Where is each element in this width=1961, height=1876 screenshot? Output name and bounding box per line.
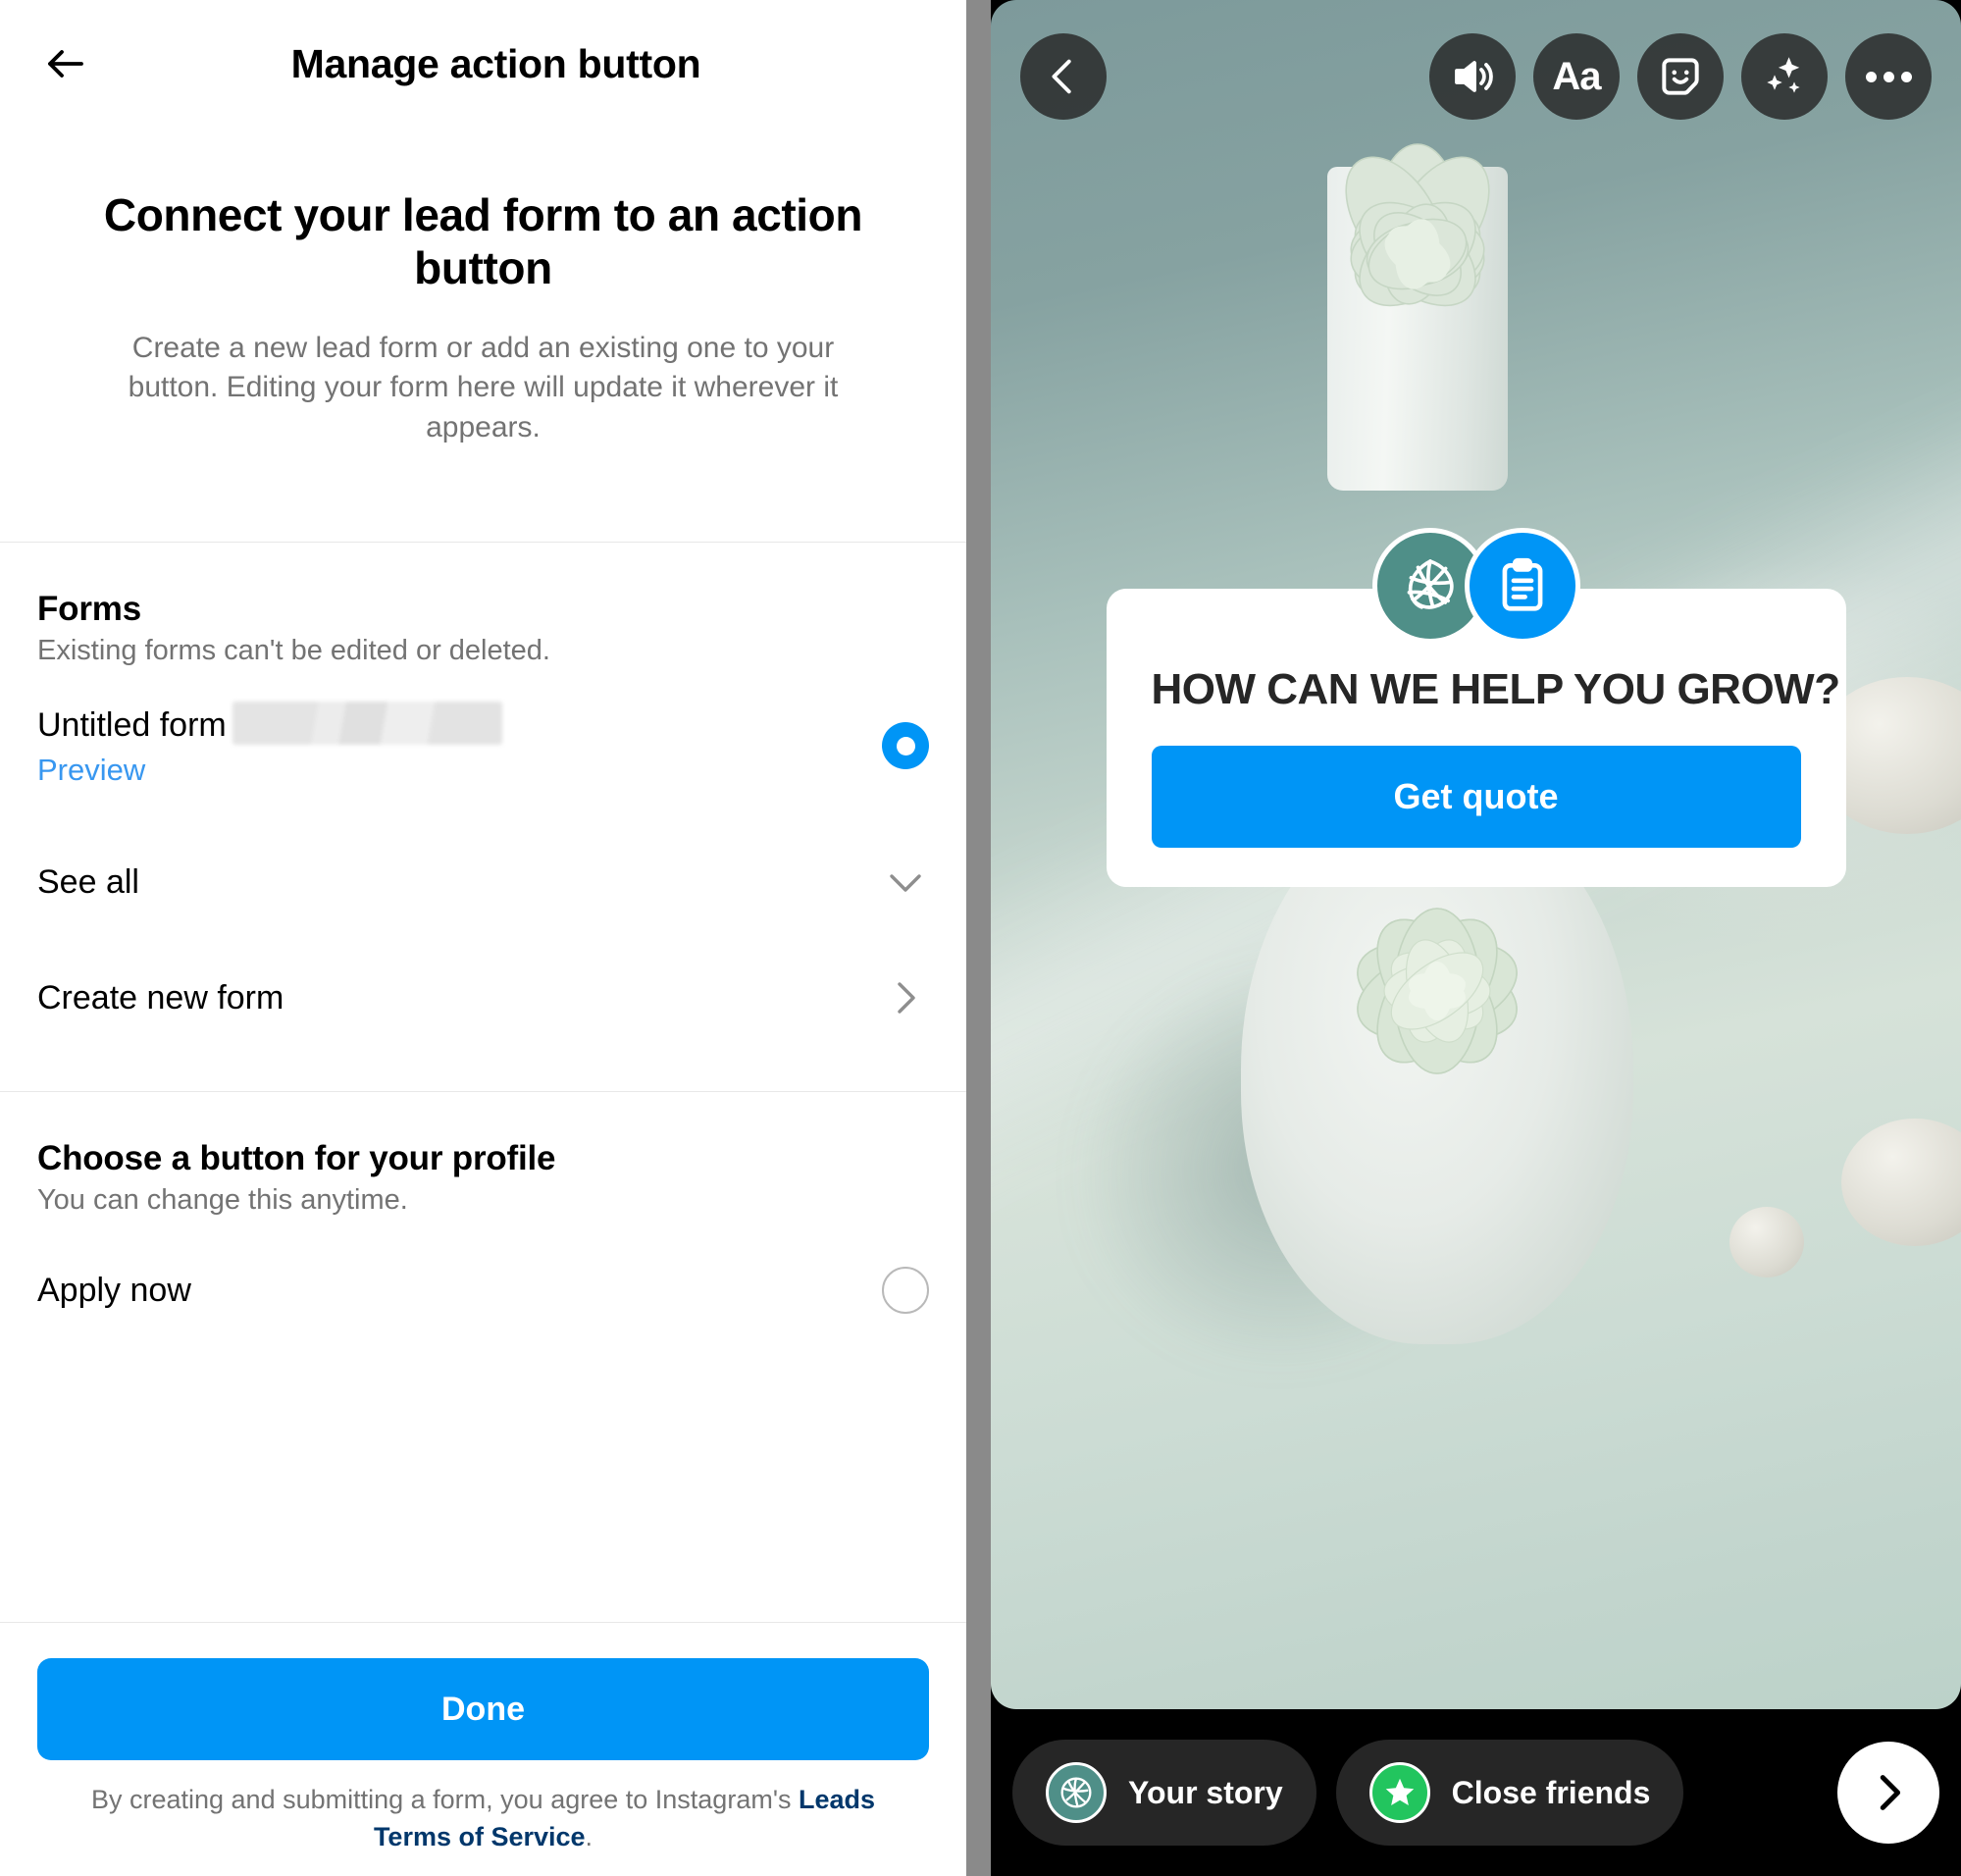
speaker-volume-icon	[1455, 61, 1493, 92]
story-share-bar: Your story Close friends	[991, 1709, 1961, 1876]
card-badges	[1371, 528, 1580, 644]
your-story-avatar	[1046, 1762, 1107, 1823]
form-item-name: Untitled form	[37, 705, 227, 744]
story-more-button[interactable]	[1845, 33, 1932, 120]
story-sticker-button[interactable]	[1637, 33, 1724, 120]
story-effects-button[interactable]	[1741, 33, 1828, 120]
choose-button-section-header: Choose a button for your profile You can…	[0, 1092, 966, 1217]
hero-block: Connect your lead form to an action butt…	[0, 128, 966, 447]
lead-form-badge	[1464, 528, 1580, 644]
lead-card-headline: HOW CAN WE HELP YOU GROW?	[1151, 665, 1841, 713]
see-all-label: See all	[37, 862, 139, 901]
story-preview-panel: Aa HOW CAN WE HELP YOU GROW? Get quote Y…	[991, 0, 1961, 1876]
hero-spacer	[0, 447, 966, 542]
leaf-globe-logo-icon	[1060, 1777, 1092, 1808]
see-all-row[interactable]: See all	[0, 824, 966, 940]
pebble-3	[1729, 1207, 1804, 1277]
story-text-button[interactable]: Aa	[1533, 33, 1620, 120]
story-toolbar: Aa	[991, 33, 1961, 120]
form-item-text: Untitled form Preview	[37, 702, 502, 788]
close-friends-button[interactable]: Close friends	[1335, 1740, 1684, 1846]
chevron-right-icon	[882, 974, 929, 1021]
forms-section-subtitle: Existing forms can't be edited or delete…	[37, 635, 550, 667]
text-aa-icon: Aa	[1552, 54, 1601, 98]
arrow-left-icon	[48, 50, 83, 78]
get-quote-button[interactable]: Get quote	[1151, 746, 1801, 848]
story-back-button[interactable]	[1020, 33, 1107, 120]
button-option-radio[interactable]	[882, 1267, 929, 1315]
terms-suffix: .	[585, 1822, 593, 1852]
your-story-label: Your story	[1128, 1774, 1283, 1810]
panel-gutter	[966, 0, 991, 1876]
story-sound-button[interactable]	[1429, 33, 1516, 120]
leaf-globe-logo-icon	[1407, 559, 1454, 609]
more-options-icon	[1865, 71, 1912, 82]
sticker-smiley-icon	[1662, 58, 1699, 95]
chevron-right-icon	[1880, 1775, 1901, 1810]
create-new-form-row[interactable]: Create new form	[0, 940, 966, 1056]
chevron-left-icon	[1052, 59, 1071, 94]
redacted-form-id	[232, 702, 502, 746]
choose-button-subtitle: You can change this anytime.	[37, 1184, 408, 1217]
forms-section-header: Forms Existing forms can't be edited or …	[0, 543, 966, 667]
close-friends-avatar	[1368, 1762, 1430, 1823]
page-title: Manage action button	[290, 40, 701, 86]
hero-subtitle: Create a new lead form or add an existin…	[128, 331, 839, 443]
your-story-button[interactable]: Your story	[1012, 1740, 1316, 1846]
lead-form-card: HOW CAN WE HELP YOU GROW? Get quote	[1106, 528, 1846, 887]
back-button[interactable]	[37, 35, 94, 92]
nav-header: Manage action button	[0, 0, 966, 128]
form-item-name-wrap: Untitled form	[37, 702, 502, 747]
close-friends-label: Close friends	[1451, 1774, 1651, 1810]
form-preview-link[interactable]: Preview	[37, 753, 502, 788]
form-select-radio[interactable]	[882, 722, 929, 770]
app-screen: Manage action button Connect your lead f…	[0, 0, 1961, 1876]
sparkles-icon	[1767, 57, 1800, 93]
chevron-down-icon	[882, 859, 929, 906]
terms-text: By creating and submitting a form, you a…	[37, 1782, 929, 1856]
button-option-row[interactable]: Apply now	[0, 1217, 966, 1364]
forms-section-title: Forms	[37, 590, 141, 629]
create-new-form-label: Create new form	[37, 978, 284, 1016]
done-button[interactable]: Done	[37, 1658, 929, 1761]
pebble-2	[1841, 1119, 1961, 1246]
form-list-item[interactable]: Untitled form Preview	[0, 667, 966, 824]
choose-button-title: Choose a button for your profile	[37, 1139, 556, 1178]
clipboard-form-icon	[1502, 557, 1542, 611]
button-option-label: Apply now	[37, 1271, 191, 1309]
succulent-top-icon	[1345, 143, 1490, 307]
next-button[interactable]	[1837, 1742, 1939, 1844]
hero-title: Connect your lead form to an action butt…	[103, 189, 863, 294]
star-icon	[1385, 1778, 1414, 1805]
terms-prefix: By creating and submitting a form, you a…	[90, 1785, 799, 1815]
manage-action-button-panel: Manage action button Connect your lead f…	[0, 0, 966, 1876]
panel-footer: Done By creating and submitting a form, …	[0, 1622, 966, 1876]
